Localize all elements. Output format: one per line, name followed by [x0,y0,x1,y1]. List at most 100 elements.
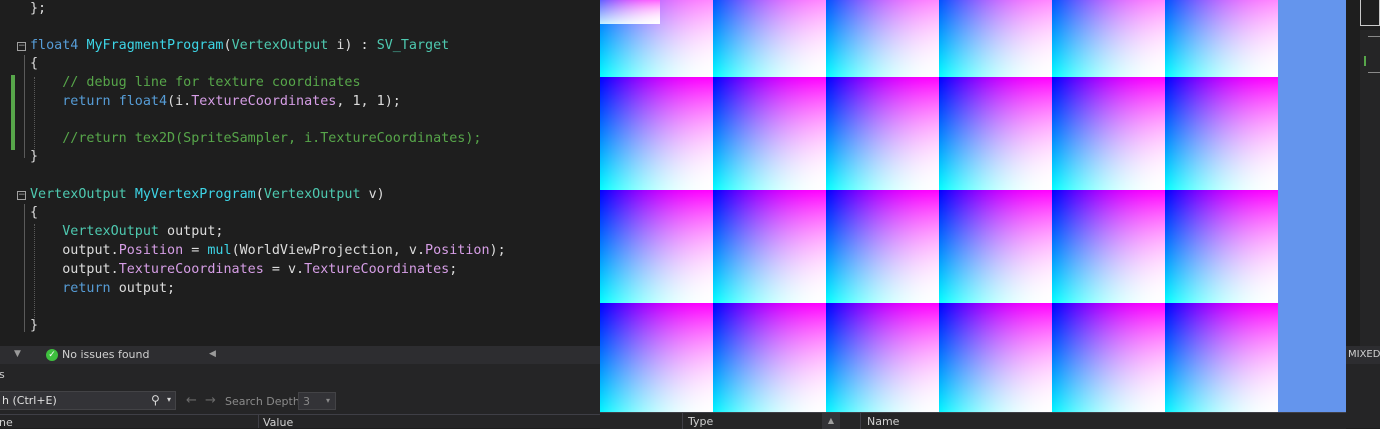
search-placeholder: h (Ctrl+E) [2,394,57,407]
vertical-scrollbar[interactable] [1360,30,1380,346]
texture-tile [600,303,713,416]
code-line[interactable]: //return tex2D(SpriteSampler, i.TextureC… [30,130,481,148]
texture-tile [600,77,713,190]
search-depth-label: Search Depth: [225,395,304,408]
texture-tile [1052,0,1165,77]
code-line[interactable]: return float4(i.TextureCoordinates, 1, 1… [30,93,401,111]
watch-column-header-right: Type ▲ Name [600,412,1346,429]
scroll-left-icon[interactable]: ◀ [209,349,216,359]
line-ending-label[interactable]: MIXED [1348,349,1380,360]
search-depth-value: 3 [303,395,310,408]
texture-tile [939,190,1052,303]
code-token: VertexOutput [263,187,361,202]
code-editor[interactable]: − − }; float4 MyFragmentProgram(VertexOut… [0,0,600,346]
side-lower-panel [1346,364,1380,428]
code-token: //return tex2D(SpriteSampler, i.TextureC… [30,131,482,146]
editor-status-bar: ▼ ✓ No issues found ◀ [0,346,600,364]
texture-tile [1052,190,1165,303]
code-line[interactable]: float4 MyFragmentProgram(VertexOutput i)… [30,37,449,55]
texture-tile [826,0,939,77]
minimap-viewport[interactable] [1360,0,1380,26]
code-line[interactable]: VertexOutput output; [30,223,224,241]
code-line[interactable]: { [30,55,38,73]
column-header-name[interactable]: ne [0,416,13,428]
code-token: TextureCoordinates [304,262,450,277]
search-back-icon[interactable]: ← [186,393,197,408]
column-header-name-2[interactable]: Name [867,415,899,428]
change-indicator [11,75,15,150]
code-line[interactable]: VertexOutput MyVertexProgram(VertexOutpu… [30,186,385,204]
code-token: Position [425,243,490,258]
search-forward-icon[interactable]: → [205,393,216,408]
code-line[interactable]: } [30,148,38,166]
texture-tile [1165,77,1278,190]
code-token: VertexOutput [231,38,329,53]
minimap-line [1368,36,1380,37]
code-line[interactable]: // debug line for texture coordinates [30,74,361,92]
code-token: { [30,205,39,220]
code-line[interactable]: { [30,204,38,222]
code-line[interactable]: output.Position = mul(WorldViewProjectio… [30,242,505,260]
code-token: TextureCoordinates [118,262,264,277]
texture-tile [713,190,826,303]
code-token: } [30,149,39,164]
search-depth-select[interactable]: 3 ▾ [298,392,336,410]
code-line[interactable]: }; [30,0,46,18]
fold-guide [24,55,25,158]
code-line[interactable]: return output; [30,280,175,298]
zoom-dropdown-icon[interactable]: ▼ [14,349,21,359]
code-token: float4 [118,94,168,109]
code-token: (WorldViewProjection, v. [231,243,426,258]
sort-ascending-icon[interactable]: ▲ [822,413,840,429]
code-token: float4 [30,38,87,53]
code-token: // debug line for texture coordinates [30,75,361,90]
search-options-dropdown-icon[interactable]: ▾ [167,395,171,404]
code-token: MyVertexProgram [134,187,256,202]
fold-toggle-icon[interactable]: − [17,42,26,51]
texture-tile [939,303,1052,416]
code-token: ( [223,38,232,53]
column-header-value[interactable]: Value [263,416,293,428]
texture-tile [826,77,939,190]
texture-tile [1052,77,1165,190]
texture-tile [600,190,713,303]
code-line[interactable]: } [30,317,38,335]
watch-column-header: ne Value [0,414,600,428]
code-token: output. [30,243,119,258]
right-side-panel: MIXED [1346,0,1380,428]
code-line[interactable]: output.TextureCoordinates = v.TextureCoo… [30,261,457,279]
code-token: ; [449,262,458,277]
texture-tile-partial [600,0,660,24]
code-token: VertexOutput [30,224,159,239]
code-token: } [30,318,39,333]
render-preview [600,0,1346,416]
search-icon[interactable]: ⚲ [151,393,160,407]
column-separator[interactable] [258,415,259,428]
code-token: output; [118,281,176,296]
column-header-type[interactable]: Type [688,415,713,428]
code-token: , 1, 1); [336,94,401,109]
fold-toggle-icon[interactable]: − [17,191,26,200]
column-separator[interactable] [860,413,861,429]
texture-tile [1165,303,1278,416]
texture-tile [713,0,826,77]
texture-tile [826,303,939,416]
code-token: mul [207,243,232,258]
texture-tiles [600,0,1278,416]
texture-tile [713,303,826,416]
code-token: output; [159,224,224,239]
code-token: output. [30,262,119,277]
change-marker [1364,56,1366,66]
column-separator[interactable] [682,413,683,429]
texture-tile [713,77,826,190]
tool-window-title: s [0,368,5,381]
issues-status[interactable]: No issues found [62,348,149,361]
texture-tile [826,190,939,303]
code-token: return [30,281,119,296]
chevron-down-icon: ▾ [326,396,331,405]
search-input[interactable]: h (Ctrl+E) ⚲ ▾ [0,391,176,410]
code-token: i) : [328,38,377,53]
texture-tile [1165,190,1278,303]
code-token: (i. [167,94,192,109]
texture-tile [1052,303,1165,416]
